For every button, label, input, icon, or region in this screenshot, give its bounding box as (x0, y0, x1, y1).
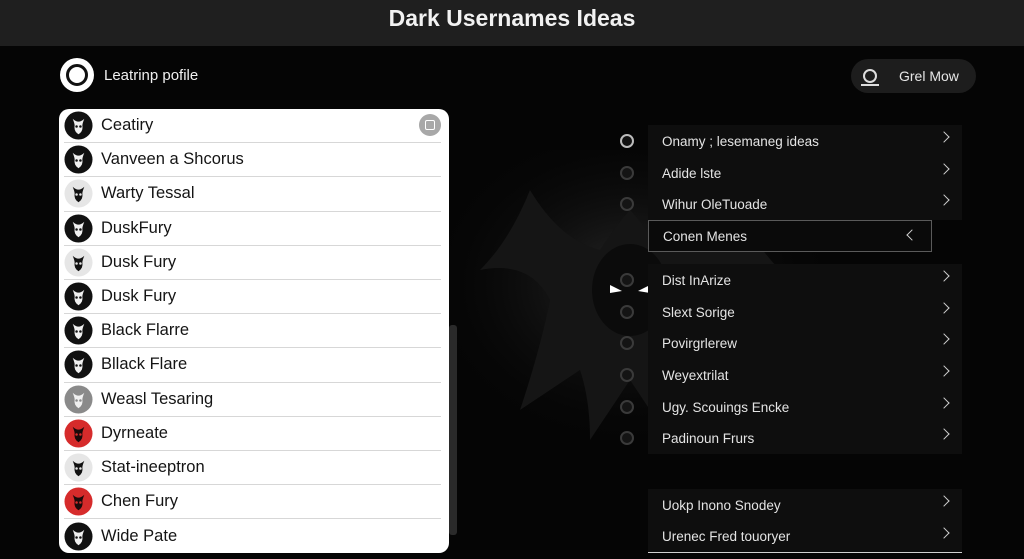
username-row[interactable]: Ceatiry (64, 109, 441, 144)
menu-item-label: Urenec Fred touoryer (662, 529, 791, 544)
horned-mask-icon (64, 145, 93, 174)
username-label: Bllack Flare (101, 355, 188, 374)
username-label: Dusk Fury (101, 287, 177, 306)
username-label: Black Flarre (101, 321, 190, 340)
radio-icon[interactable] (620, 400, 634, 414)
menu-item-label: Ugy. Scouings Encke (662, 399, 790, 415)
horned-figure-icon (64, 453, 93, 482)
username-label: Wide Pate (101, 526, 178, 545)
menu-item[interactable]: Onamy ; lesemaneg ideas (610, 125, 962, 157)
username-row[interactable]: Weasl Tesaring (64, 383, 441, 417)
menu-item-label: Uokp Inono Snodey (662, 497, 781, 513)
demon-face-icon (64, 214, 93, 243)
menu-item-label: Weyextrilat (662, 367, 729, 383)
menu-item[interactable]: Povirgrlerew (610, 327, 962, 359)
profile-header[interactable]: Leatrinp pofile (60, 58, 198, 92)
username-label: Dyrneate (101, 423, 168, 442)
username-label: Stat-ineeptron (101, 457, 205, 476)
radio-icon[interactable] (620, 305, 634, 319)
username-label: Ceatiry (101, 116, 154, 135)
menu-item-box[interactable]: Conen Menes (648, 220, 932, 252)
user-icon (861, 69, 879, 86)
username-label: DuskFury (101, 218, 172, 237)
profile-label: Leatrinp pofile (104, 66, 199, 84)
menu-item[interactable]: Urenec Fred touoryer (610, 521, 962, 553)
skull-icon (64, 111, 93, 140)
copy-icon[interactable] (419, 114, 441, 136)
menu-item[interactable]: Wihur OleTuoade (610, 188, 962, 220)
radio-icon[interactable] (620, 368, 634, 382)
username-row[interactable]: Chen Fury (64, 485, 441, 520)
menu-item[interactable]: Padinoun Frurs (610, 422, 962, 454)
username-row[interactable]: Stat-ineeptron (64, 451, 441, 486)
menu-item-label: Padinoun Frurs (662, 430, 755, 446)
menu-item-label: Povirgrlerew (662, 335, 738, 351)
username-row[interactable]: Dusk Fury (64, 246, 441, 280)
menu-item-box[interactable]: Urenec Fred touoryer (648, 521, 962, 553)
radio-icon[interactable] (620, 336, 634, 350)
username-label: Chen Fury (101, 492, 179, 511)
menu-item[interactable]: Uokp Inono Snodey (610, 489, 962, 521)
menu-item-box[interactable]: Povirgrlerew (648, 327, 962, 359)
menu-item-label: Adide lste (662, 165, 722, 181)
menu-item-label: Onamy ; lesemaneg ideas (662, 133, 819, 149)
wolf-icon (64, 385, 93, 414)
list-scrollbar[interactable] (449, 325, 457, 535)
username-row[interactable]: Warty Tessal (64, 177, 441, 212)
flame-face-icon (64, 316, 93, 345)
menu-item-box[interactable]: Dist InArize (648, 264, 962, 296)
radio-icon[interactable] (620, 134, 634, 148)
menu-item-box[interactable]: Uokp Inono Snodey (648, 489, 962, 521)
username-label: Vanveen a Shcorus (101, 150, 244, 169)
username-row[interactable]: Vanveen a Shcorus (64, 143, 441, 178)
username-label: Weasl Tesaring (101, 389, 214, 408)
menu-item[interactable]: Slext Sorige (610, 296, 962, 328)
menu-item-label: Dist InArize (662, 272, 732, 288)
username-row[interactable]: DuskFury (64, 212, 441, 246)
profile-ring-icon (60, 58, 94, 92)
menu-item-label: Slext Sorige (662, 304, 735, 320)
menu-item-box[interactable]: Padinoun Frurs (648, 422, 962, 454)
radio-icon[interactable] (620, 431, 634, 445)
menu-item-label: Conen Menes (663, 228, 748, 244)
menu-item-box[interactable]: Onamy ; lesemaneg ideas (648, 125, 962, 157)
radio-icon[interactable] (620, 197, 634, 211)
username-label: Warty Tessal (101, 184, 195, 203)
ghost-skull-icon (64, 522, 93, 551)
username-row[interactable]: Bllack Flare (64, 348, 441, 383)
menu-item[interactable]: Weyextrilat (610, 359, 962, 391)
menu-item-box[interactable]: Adide lste (648, 157, 962, 189)
menu-item-box[interactable]: Weyextrilat (648, 359, 962, 391)
red-wolf-icon (64, 487, 93, 516)
menu-item[interactable]: Conen Menes (610, 220, 962, 252)
page-title: Dark Usernames Ideas (388, 4, 636, 31)
username-row[interactable]: Dusk Fury (64, 280, 441, 315)
username-label: Dusk Fury (101, 252, 177, 271)
title-bar: Dark Usernames Ideas (0, 0, 1024, 46)
menu-item-box[interactable]: Ugy. Scouings Encke (648, 391, 962, 423)
silhouette-icon (64, 282, 93, 311)
menu-item[interactable]: Ugy. Scouings Encke (610, 391, 962, 423)
mask-icon (64, 248, 93, 277)
username-list: Ceatiry Vanveen a Shcorus Warty Tessal Dusk… (59, 109, 449, 553)
header-action-label: Grel Mow (899, 68, 959, 84)
hooded-figure-icon (64, 179, 93, 208)
menu-item[interactable]: Adide lste (610, 157, 962, 189)
menu-item-box[interactable]: Wihur OleTuoade (648, 188, 962, 220)
menu-item-box[interactable]: Slext Sorige (648, 296, 962, 328)
header-action-button[interactable]: Grel Mow (851, 59, 976, 93)
username-row[interactable]: Wide Pate (64, 519, 441, 553)
username-row[interactable]: Black Flarre (64, 314, 441, 349)
tribal-mask-icon (64, 350, 93, 379)
username-row[interactable]: Dyrneate (64, 417, 441, 451)
radio-icon[interactable] (620, 166, 634, 180)
menu-item[interactable]: Dist InArize (610, 264, 962, 296)
menu-item-label: Wihur OleTuoade (662, 196, 768, 212)
radio-icon[interactable] (620, 273, 634, 287)
red-demon-icon (64, 419, 93, 448)
